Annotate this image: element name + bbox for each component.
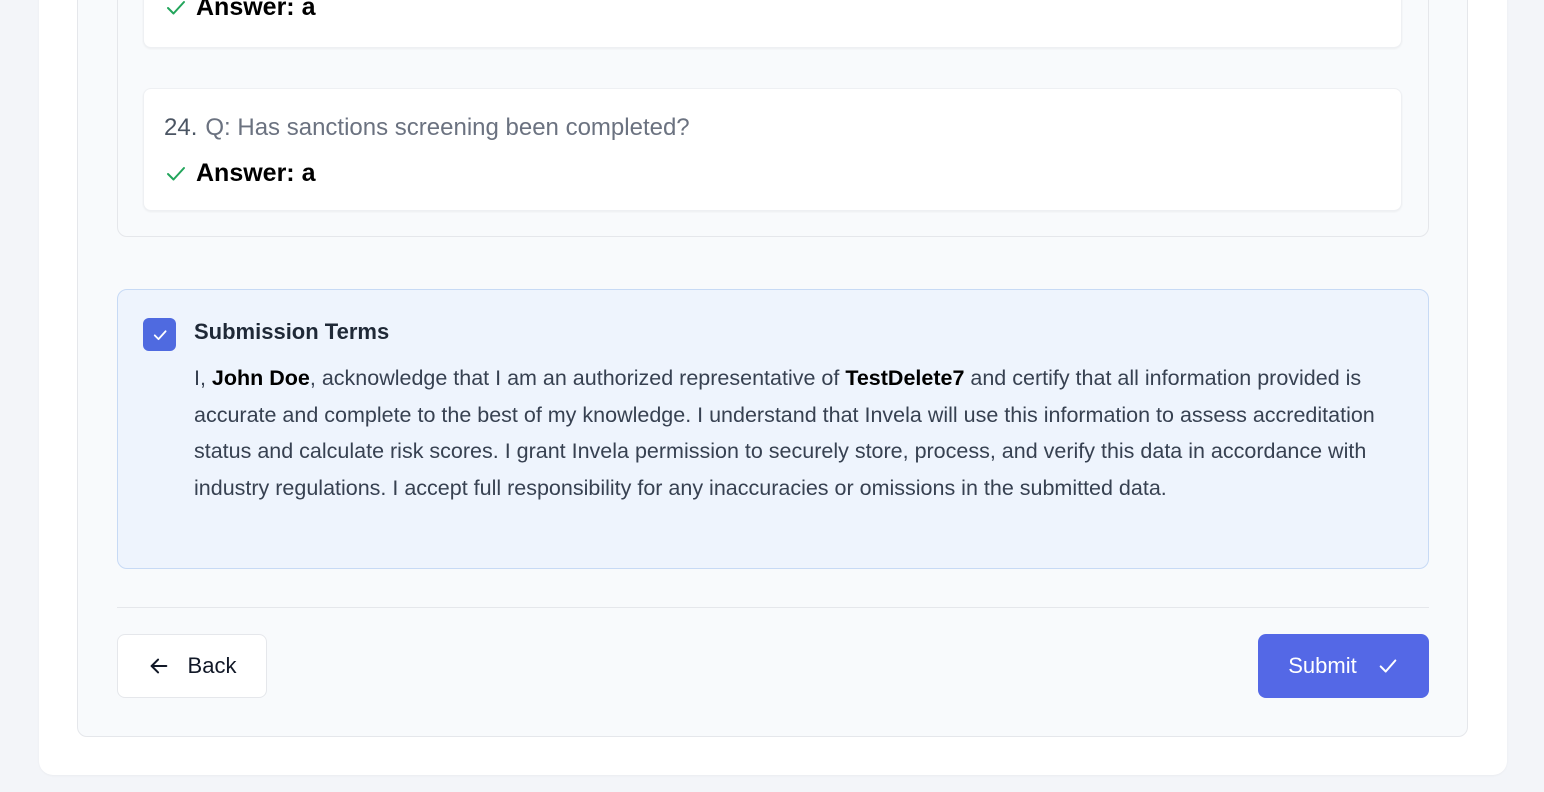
answer-text: Answer: a (196, 0, 316, 21)
signer-name: John Doe (211, 366, 310, 390)
question-card: Answer: a (143, 0, 1402, 48)
arrow-left-icon (150, 658, 167, 674)
submit-button-label: Submit (1288, 653, 1357, 678)
company-name: TestDelete7 (845, 366, 965, 390)
check-icon (1379, 659, 1397, 673)
question-row: 24. Q: Has sanctions screening been compl… (164, 114, 690, 142)
question-text: Q: Has sanctions screening been complete… (205, 114, 690, 141)
submit-button[interactable]: Submit (1258, 634, 1429, 698)
divider (117, 607, 1429, 608)
back-button-label: Back (187, 653, 237, 678)
question-number: 24. (164, 114, 198, 141)
answer-row: Answer: a (164, 159, 315, 188)
check-icon (167, 0, 185, 14)
back-button[interactable]: Back (117, 634, 267, 698)
terms-checkbox[interactable] (143, 318, 176, 351)
terms-text: I, John Doe, acknowledge that I am an au… (194, 366, 1375, 500)
terms-title: Submission Terms (194, 319, 390, 344)
check-icon (153, 329, 167, 340)
answer-row: Answer: a (164, 0, 315, 22)
question-card: 24. Q: Has sanctions screening been compl… (143, 88, 1402, 211)
check-icon (167, 166, 185, 180)
answer-text: Answer: a (196, 159, 316, 187)
submission-terms-panel: Submission Terms I, John Doe, acknowledg… (117, 289, 1429, 569)
